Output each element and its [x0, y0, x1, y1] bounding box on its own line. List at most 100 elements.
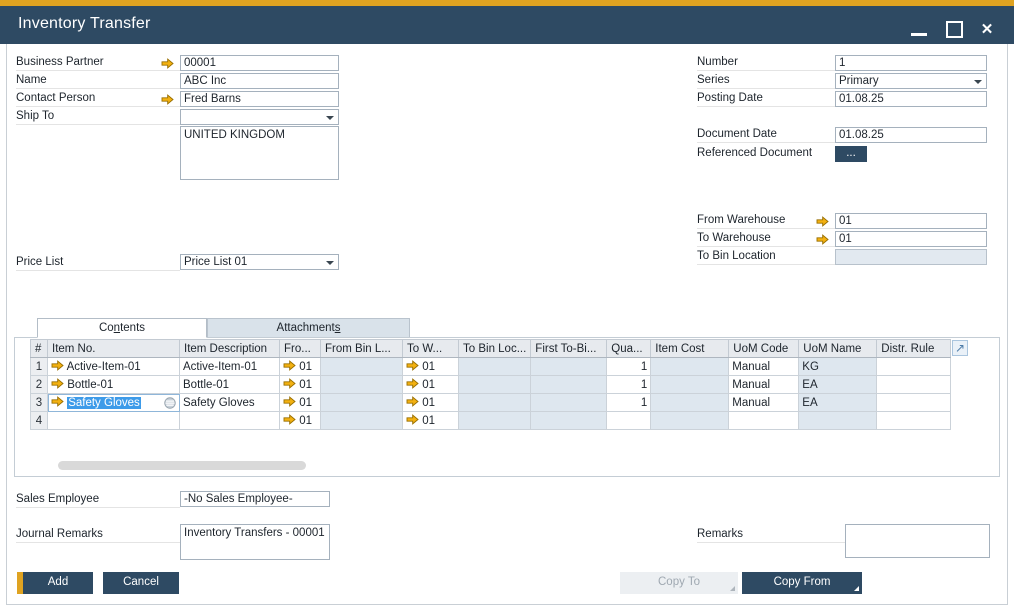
link-arrow-icon[interactable] — [406, 378, 419, 389]
link-arrow-icon[interactable] — [816, 216, 829, 227]
link-arrow-icon[interactable] — [406, 414, 419, 425]
to-warehouse-cell[interactable]: 01 — [403, 376, 459, 394]
add-button[interactable]: Add — [17, 572, 93, 594]
distr-rule-cell[interactable] — [877, 394, 951, 412]
posting-date-label: Posting Date — [697, 91, 835, 107]
business-partner-input[interactable] — [180, 55, 339, 71]
expand-grid-icon[interactable]: ↗ — [952, 340, 968, 356]
to-warehouse-cell[interactable]: 01 — [403, 412, 459, 430]
tab-attachments[interactable]: Attachments — [207, 318, 410, 338]
from-warehouse-cell[interactable]: 01 — [280, 412, 321, 430]
link-arrow-icon[interactable] — [406, 360, 419, 371]
choose-from-list-icon[interactable] — [164, 397, 176, 409]
posting-date-input[interactable] — [835, 91, 987, 107]
distr-rule-cell[interactable] — [877, 412, 951, 430]
col-header-uom-name[interactable]: UoM Name — [799, 340, 877, 358]
number-input[interactable] — [835, 55, 987, 71]
row-number-cell[interactable]: 3 — [31, 394, 48, 412]
item-no-cell-editing[interactable]: Safety Gloves — [48, 394, 180, 412]
to-warehouse-label: To Warehouse — [697, 231, 835, 247]
tab-contents[interactable]: Contents — [37, 318, 207, 338]
col-header-to-bin[interactable]: To Bin Loc... — [459, 340, 531, 358]
link-arrow-icon[interactable] — [51, 360, 64, 371]
horizontal-scrollbar-thumb[interactable] — [58, 461, 306, 470]
col-header-from-warehouse[interactable]: Fro... — [280, 340, 321, 358]
item-no-cell[interactable] — [48, 412, 180, 430]
link-arrow-icon[interactable] — [406, 396, 419, 407]
row-number-cell[interactable]: 2 — [31, 376, 48, 394]
item-description-cell[interactable] — [180, 412, 280, 430]
link-arrow-icon[interactable] — [161, 58, 174, 69]
quantity-cell[interactable]: 1 — [607, 394, 651, 412]
link-arrow-icon[interactable] — [51, 396, 64, 407]
name-input[interactable] — [180, 73, 339, 89]
journal-remarks-textarea[interactable]: Inventory Transfers - 00001 — [180, 524, 330, 560]
from-bin-cell — [321, 394, 403, 412]
minimize-button[interactable] — [908, 20, 930, 40]
document-date-input[interactable] — [835, 127, 987, 143]
uom-code-cell[interactable]: Manual — [729, 394, 799, 412]
quantity-cell[interactable] — [607, 412, 651, 430]
item-no-cell[interactable]: Bottle-01 — [48, 376, 180, 394]
from-warehouse-input[interactable] — [835, 213, 987, 229]
copy-from-button[interactable]: Copy From — [742, 572, 862, 594]
to-warehouse-input[interactable] — [835, 231, 987, 247]
link-arrow-icon[interactable] — [283, 414, 296, 425]
uom-code-cell[interactable]: Manual — [729, 358, 799, 376]
sales-employee-input[interactable] — [180, 491, 330, 507]
to-bin-cell — [459, 376, 531, 394]
link-arrow-icon[interactable] — [51, 378, 64, 389]
from-warehouse-cell[interactable]: 01 — [280, 394, 321, 412]
series-label: Series — [697, 73, 835, 89]
referenced-document-button[interactable]: ... — [835, 146, 867, 162]
item-description-cell[interactable]: Safety Gloves — [180, 394, 280, 412]
from-warehouse-cell[interactable]: 01 — [280, 358, 321, 376]
col-header-distr-rule[interactable]: Distr. Rule — [877, 340, 951, 358]
uom-code-cell[interactable]: Manual — [729, 376, 799, 394]
series-dropdown[interactable]: Primary — [835, 73, 987, 89]
table-row-empty: 4 01 01 — [31, 412, 951, 430]
link-arrow-icon[interactable] — [161, 94, 174, 105]
maximize-button[interactable] — [944, 20, 966, 40]
col-header-uom-code[interactable]: UoM Code — [729, 340, 799, 358]
item-no-cell[interactable]: Active-Item-01 — [48, 358, 180, 376]
ship-to-dropdown[interactable] — [180, 109, 339, 125]
cancel-button[interactable]: Cancel — [103, 572, 179, 594]
link-arrow-icon[interactable] — [283, 396, 296, 407]
row-number-cell[interactable]: 4 — [31, 412, 48, 430]
uom-code-cell[interactable] — [729, 412, 799, 430]
col-header-item-description[interactable]: Item Description — [180, 340, 280, 358]
link-arrow-icon[interactable] — [283, 360, 296, 371]
from-warehouse-cell[interactable]: 01 — [280, 376, 321, 394]
series-value: Primary — [839, 75, 879, 87]
table-row-selected: 3 Safety Gloves Safety Gloves 01 01 1 Ma… — [31, 394, 951, 412]
first-to-bin-cell — [531, 394, 607, 412]
col-header-item-cost[interactable]: Item Cost — [651, 340, 729, 358]
col-header-item-no[interactable]: Item No. — [48, 340, 180, 358]
contact-person-input[interactable] — [180, 91, 339, 107]
remarks-textarea[interactable] — [845, 524, 990, 558]
col-header-from-bin[interactable]: From Bin L... — [321, 340, 403, 358]
price-list-dropdown[interactable]: Price List 01 — [180, 254, 339, 270]
distr-rule-cell[interactable] — [877, 358, 951, 376]
col-header-first-to-bin[interactable]: First To-Bi... — [531, 340, 607, 358]
col-header-quantity[interactable]: Qua... — [607, 340, 651, 358]
to-warehouse-cell[interactable]: 01 — [403, 394, 459, 412]
distr-rule-cell[interactable] — [877, 376, 951, 394]
to-warehouse-cell[interactable]: 01 — [403, 358, 459, 376]
item-cost-cell — [651, 376, 729, 394]
quantity-cell[interactable]: 1 — [607, 376, 651, 394]
close-button[interactable]: ✕ — [976, 20, 998, 40]
col-header-to-warehouse[interactable]: To W... — [403, 340, 459, 358]
quantity-cell[interactable]: 1 — [607, 358, 651, 376]
from-bin-cell — [321, 412, 403, 430]
col-header-row-num[interactable]: # — [31, 340, 48, 358]
ship-to-address-textarea[interactable]: UNITED KINGDOM — [180, 126, 339, 180]
link-arrow-icon[interactable] — [816, 234, 829, 245]
link-arrow-icon[interactable] — [283, 378, 296, 389]
item-description-cell[interactable]: Bottle-01 — [180, 376, 280, 394]
row-number-cell[interactable]: 1 — [31, 358, 48, 376]
window-border-right — [1007, 44, 1008, 605]
referenced-document-label: Referenced Document — [697, 146, 835, 162]
item-description-cell[interactable]: Active-Item-01 — [180, 358, 280, 376]
